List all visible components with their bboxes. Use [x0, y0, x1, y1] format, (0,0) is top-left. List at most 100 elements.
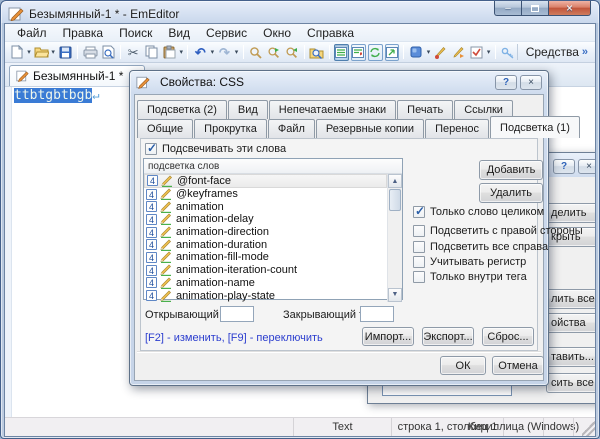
- macro-dropdown-icon[interactable]: ▾: [486, 48, 492, 56]
- list-item[interactable]: 4 animation-fill-mode: [144, 251, 387, 264]
- option-checkbox[interactable]: Учитывать регистр: [413, 256, 526, 268]
- ok-button[interactable]: ОК: [440, 356, 486, 375]
- reset-button[interactable]: Сброс...: [482, 327, 534, 346]
- cancel-button[interactable]: Отмена: [492, 356, 544, 375]
- save-icon[interactable]: [56, 43, 74, 61]
- menu-item[interactable]: Поиск: [111, 25, 160, 41]
- open-file-icon[interactable]: [32, 43, 50, 61]
- background-dialog-button[interactable]: делить: [546, 203, 596, 223]
- macro-record-icon[interactable]: [432, 43, 450, 61]
- titlebar[interactable]: Безымянный-1 * - EmEditor – ×: [4, 4, 596, 23]
- list-item[interactable]: 4 animation-duration: [144, 238, 387, 251]
- background-dialog-help-button[interactable]: ?: [553, 159, 575, 174]
- option-checkbox[interactable]: Только внутри тега: [413, 271, 527, 283]
- dialog-tab[interactable]: Файл: [268, 119, 315, 138]
- maximize-button[interactable]: [522, 1, 549, 16]
- dialog-tab[interactable]: Печать: [397, 100, 453, 119]
- document-tab[interactable]: Безымянный-1 * ×: [9, 65, 145, 86]
- dialog-tab[interactable]: Прокрутка: [194, 119, 267, 138]
- dialog-tab[interactable]: Непечатаемые знаки: [269, 100, 396, 119]
- plugins-icon[interactable]: [407, 43, 425, 61]
- statusbar-segment[interactable]: Кириллица (Windows): [503, 418, 543, 436]
- background-dialog-button[interactable]: ойства: [546, 313, 596, 333]
- resize-grip-icon[interactable]: [582, 418, 595, 436]
- menu-item[interactable]: Вид: [160, 25, 198, 41]
- option-checkbox[interactable]: Подсветить все справа: [413, 241, 548, 253]
- option-checkbox[interactable]: Подсветить с правой стороны: [413, 225, 583, 237]
- toolbar: ▾ ▾ ✂ ▾ ↶▾ ↷▾: [5, 42, 595, 63]
- background-dialog-button[interactable]: сить все: [546, 373, 596, 393]
- macro-select-icon[interactable]: [468, 43, 486, 61]
- dialog-tab[interactable]: Перенос: [425, 119, 489, 138]
- new-file-icon[interactable]: [8, 43, 26, 61]
- list-item[interactable]: 4 animation-direction: [144, 226, 387, 239]
- minimize-button[interactable]: –: [494, 1, 522, 16]
- dialog-tab[interactable]: Общие: [137, 119, 193, 138]
- menu-item[interactable]: Окно: [255, 25, 299, 41]
- delete-button[interactable]: Удалить: [479, 183, 543, 203]
- export-button[interactable]: Экспорт...: [422, 327, 474, 346]
- scroll-down-icon[interactable]: ▼: [388, 288, 402, 302]
- highlight-words-checkbox[interactable]: Подсвечивать эти слова: [145, 143, 286, 155]
- redo-dropdown-icon[interactable]: ▾: [233, 48, 239, 56]
- dialog-tab[interactable]: Резервные копии: [316, 119, 424, 138]
- toolbar-overflow-chevron-icon[interactable]: »: [582, 46, 592, 58]
- dialog-help-button[interactable]: ?: [495, 75, 517, 90]
- print-preview-icon[interactable]: [99, 43, 117, 61]
- list-item[interactable]: 4 @keyframes: [144, 188, 387, 201]
- closing-tag-input[interactable]: [360, 306, 394, 322]
- copy-icon[interactable]: [142, 43, 160, 61]
- statusbar-segment[interactable]: [543, 418, 573, 436]
- dialog-tab[interactable]: Вид: [228, 100, 268, 119]
- view-refresh-toggle-icon[interactable]: [368, 44, 383, 61]
- scrollbar-thumb[interactable]: [389, 189, 401, 211]
- list-item[interactable]: 4 animation-delay: [144, 213, 387, 226]
- opening-tag-input[interactable]: [220, 306, 254, 322]
- list-item[interactable]: 4 animation-play-state: [144, 289, 387, 302]
- dialog-titlebar[interactable]: Свойства: CSS ? ×: [130, 71, 548, 93]
- list-item[interactable]: 4 @font-face: [144, 174, 387, 188]
- dialog-title: Свойства: CSS: [160, 75, 492, 89]
- list-scrollbar[interactable]: ▲ ▼: [387, 174, 402, 302]
- find-previous-icon[interactable]: [283, 43, 301, 61]
- menu-item[interactable]: Правка: [55, 25, 112, 41]
- undo-icon[interactable]: ↶: [191, 43, 209, 61]
- key-icon[interactable]: [499, 43, 517, 61]
- background-dialog-button[interactable]: лить все: [546, 289, 596, 309]
- pencil-icon: [160, 264, 172, 276]
- statusbar-segment[interactable]: [573, 418, 582, 436]
- paste-dropdown-icon[interactable]: ▾: [178, 48, 184, 56]
- print-icon[interactable]: [81, 43, 99, 61]
- view-normal-toggle-icon[interactable]: [334, 44, 349, 61]
- menu-item[interactable]: Сервис: [198, 25, 255, 41]
- highlight-words-list[interactable]: подсветка слов 4: [143, 158, 403, 300]
- find-icon[interactable]: [247, 43, 265, 61]
- scroll-up-icon[interactable]: ▲: [388, 174, 402, 188]
- cut-icon[interactable]: ✂: [124, 43, 142, 61]
- list-item[interactable]: 4 animation-iteration-count: [144, 264, 387, 277]
- menu-item[interactable]: Файл: [9, 25, 55, 41]
- list-item[interactable]: 4 animation-name: [144, 277, 387, 290]
- list-header[interactable]: подсветка слов: [144, 159, 402, 174]
- close-button[interactable]: ×: [549, 1, 591, 16]
- menu-item[interactable]: Справка: [299, 25, 362, 41]
- view-export-toggle-icon[interactable]: [385, 44, 400, 61]
- background-dialog-close-button[interactable]: ×: [578, 159, 596, 174]
- dialog-tab[interactable]: Подсветка (2): [137, 100, 227, 119]
- find-next-icon[interactable]: [265, 43, 283, 61]
- statusbar-segment[interactable]: Text: [293, 418, 391, 436]
- selected-text: ttbtgbtbgb: [14, 88, 92, 103]
- view-wrap-toggle-icon[interactable]: [351, 44, 366, 61]
- scrollbar-track[interactable]: [388, 212, 402, 288]
- find-in-files-icon[interactable]: [308, 43, 326, 61]
- dialog-tab[interactable]: Подсветка (1): [490, 116, 580, 138]
- paste-icon[interactable]: [160, 43, 178, 61]
- option-checkbox[interactable]: Только слово целиком: [413, 206, 544, 218]
- list-item[interactable]: 4 animation: [144, 200, 387, 213]
- import-button[interactable]: Импорт...: [362, 327, 414, 346]
- macro-play-icon[interactable]: [450, 43, 468, 61]
- redo-icon[interactable]: ↷: [215, 43, 233, 61]
- add-button[interactable]: Добавить: [479, 160, 543, 180]
- dialog-close-button[interactable]: ×: [520, 75, 542, 90]
- background-dialog-button[interactable]: тавить...: [546, 347, 596, 367]
